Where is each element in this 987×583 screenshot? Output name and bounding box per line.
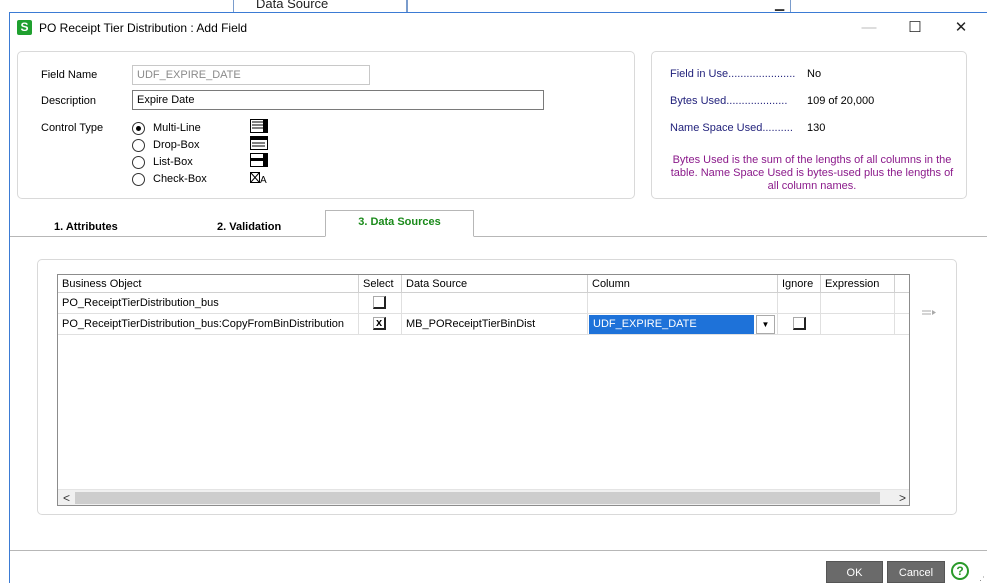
control-type-option-label: Multi-Line — [153, 122, 201, 134]
column-dropdown-value[interactable]: UDF_EXPIRE_DATE — [589, 315, 754, 334]
table-row[interactable]: PO_ReceiptTierDistribution_bus — [58, 293, 909, 314]
control-type-listbox[interactable]: List-Box — [132, 154, 193, 170]
svg-text:A: A — [260, 175, 267, 185]
column-header-data-source[interactable]: Data Source — [402, 275, 588, 292]
field-in-use-value: No — [807, 68, 822, 80]
control-type-option-label: Check-Box — [153, 173, 207, 185]
window-title: PO Receipt Tier Distribution : Add Field — [39, 21, 248, 35]
field-name-input[interactable]: UDF_EXPIRE_DATE — [132, 65, 370, 85]
field-definition-panel: Field Name UDF_EXPIRE_DATE Description E… — [17, 51, 635, 199]
chevron-down-icon[interactable]: ▼ — [756, 315, 775, 334]
data-sources-panel: Business Object Select Data Source Colum… — [37, 259, 957, 515]
ok-button[interactable]: OK — [826, 561, 883, 583]
data-source-cell: MB_POReceiptTierBinDist — [402, 314, 588, 335]
bytes-used-value: 109 of 20,000 — [807, 95, 875, 107]
dropbox-icon — [250, 136, 268, 150]
background-dropdown-icon: ▁ — [775, 0, 785, 11]
tab-validation[interactable]: 2. Validation — [217, 216, 317, 237]
radio-button[interactable] — [132, 121, 145, 135]
column-header-business-object[interactable]: Business Object — [58, 275, 359, 292]
background-cell — [407, 0, 791, 12]
control-type-checkbox[interactable]: Check-Box — [132, 171, 207, 187]
usage-note: Bytes Used is the sum of the lengths of … — [670, 154, 954, 192]
horizontal-scrollbar[interactable]: < > — [58, 489, 909, 505]
data-sources-grid: Business Object Select Data Source Colum… — [57, 274, 910, 506]
tab-data-sources[interactable]: 3. Data Sources — [325, 210, 474, 237]
usage-info-panel: Field in Use...................... No By… — [651, 51, 967, 199]
tab-attributes[interactable]: 1. Attributes — [54, 216, 154, 237]
column-header-select[interactable]: Select — [359, 275, 402, 292]
select-checkbox[interactable]: x — [373, 317, 386, 330]
table-row[interactable]: PO_ReceiptTierDistribution_bus:CopyFromB… — [58, 314, 909, 335]
radio-button[interactable] — [132, 155, 145, 169]
bytes-used-label: Bytes Used.................... — [670, 95, 788, 107]
control-type-dropbox[interactable]: Drop-Box — [132, 137, 199, 153]
radio-button[interactable] — [132, 172, 145, 186]
radio-button[interactable] — [132, 138, 145, 152]
maximize-button[interactable]: ☐ — [892, 13, 938, 43]
scroll-left-icon[interactable]: < — [58, 490, 75, 505]
name-space-used-value: 130 — [807, 122, 826, 134]
field-name-label: Field Name — [41, 69, 98, 81]
ignore-cell — [778, 293, 821, 314]
close-button[interactable]: ✕ — [938, 13, 984, 43]
multiline-icon — [250, 119, 268, 133]
listbox-icon — [250, 153, 268, 167]
footer-divider — [10, 550, 987, 551]
select-checkbox[interactable] — [373, 296, 386, 309]
grid-header: Business Object Select Data Source Colum… — [58, 275, 909, 293]
sage-app-icon: S — [17, 20, 32, 35]
checkbox-icon: A — [250, 172, 267, 185]
minimize-button[interactable]: — — [846, 13, 892, 43]
ignore-cell — [778, 314, 821, 335]
resize-grip-icon[interactable]: ⋰ — [976, 575, 985, 583]
business-object-cell: PO_ReceiptTierDistribution_bus:CopyFromB… — [58, 314, 359, 335]
control-type-label: Control Type — [41, 122, 104, 134]
help-icon[interactable]: ? — [951, 562, 969, 580]
select-cell — [359, 293, 402, 314]
name-space-used-label: Name Space Used.......... — [670, 122, 793, 134]
column-header-column[interactable]: Column — [588, 275, 778, 292]
column-header-expression[interactable]: Expression — [821, 275, 895, 292]
control-type-option-label: List-Box — [153, 156, 193, 168]
add-field-dialog: S PO Receipt Tier Distribution : Add Fie… — [9, 12, 987, 583]
description-label: Description — [41, 95, 97, 107]
title-bar: S PO Receipt Tier Distribution : Add Fie… — [10, 13, 987, 43]
column-cell: UDF_EXPIRE_DATE ▼ — [588, 314, 778, 335]
data-source-cell — [402, 293, 588, 314]
cancel-button[interactable]: Cancel — [887, 561, 945, 583]
expression-cell[interactable] — [821, 314, 895, 335]
description-input[interactable]: Expire Date — [132, 90, 544, 110]
background-label: Data Source — [256, 0, 329, 11]
business-object-cell: PO_ReceiptTierDistribution_bus — [58, 293, 359, 314]
tab-strip-divider — [10, 236, 987, 237]
column-header-ignore[interactable]: Ignore — [778, 275, 821, 292]
column-cell — [588, 293, 778, 314]
ignore-checkbox[interactable] — [793, 317, 806, 330]
background-window: Data Source ▁ — [0, 0, 987, 12]
scrollbar-thumb[interactable] — [75, 492, 880, 504]
scroll-right-icon[interactable]: > — [894, 490, 909, 505]
field-in-use-label: Field in Use...................... — [670, 68, 796, 80]
control-type-option-label: Drop-Box — [153, 139, 200, 151]
control-type-multiline[interactable]: Multi-Line — [132, 120, 201, 136]
expression-cell — [821, 293, 895, 314]
expression-builder-icon[interactable] — [921, 308, 937, 318]
select-cell: x — [359, 314, 402, 335]
